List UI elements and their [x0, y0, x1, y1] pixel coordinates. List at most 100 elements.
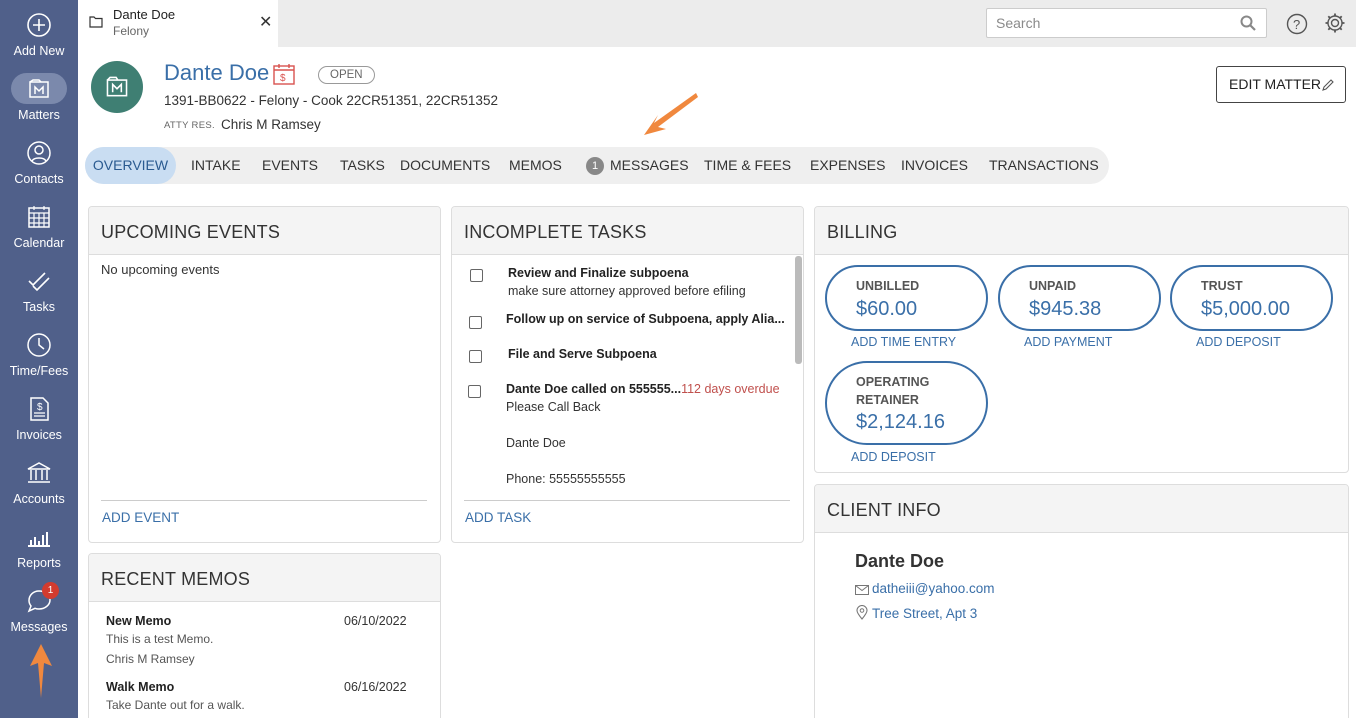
task-checkbox[interactable] — [469, 316, 482, 329]
add-task-link[interactable]: ADD TASK — [465, 510, 531, 525]
tab-overview[interactable]: OVERVIEW — [85, 147, 176, 184]
sidebar-item-accounts[interactable]: Accounts — [0, 448, 78, 512]
sidebar-item-label: Tasks — [23, 300, 55, 314]
task-checkbox[interactable] — [470, 269, 483, 282]
client-email-link[interactable]: datheiii@yahoo.com — [872, 581, 995, 596]
contacts-icon — [27, 141, 51, 165]
task-description: make sure attorney approved before efili… — [508, 284, 746, 298]
matters-icon — [29, 79, 49, 98]
search-icon[interactable] — [1240, 15, 1256, 31]
operating-retainer-pill[interactable]: OPERATING RETAINER $2,124.16 — [825, 361, 988, 445]
svg-text:$: $ — [280, 73, 286, 84]
atty-label: ATTY RES. — [164, 120, 215, 131]
client-address-link[interactable]: Tree Street, Apt 3 — [872, 606, 977, 621]
tab-events[interactable]: EVENTS — [262, 147, 318, 184]
top-bar: Dante Doe Felony ✕ ? — [78, 0, 1356, 47]
tab-tasks[interactable]: TASKS — [340, 147, 385, 184]
panel-title: RECENT MEMOS — [89, 554, 440, 602]
sidebar-item-label: Add New — [13, 44, 65, 58]
panel-title: BILLING — [815, 207, 1348, 255]
tab-intake[interactable]: INTAKE — [191, 147, 241, 184]
tab-messages-label: MESSAGES — [610, 157, 689, 173]
messages-count-badge: 1 — [586, 157, 604, 175]
task-title[interactable]: File and Serve Subpoena — [508, 347, 657, 361]
task-checkbox[interactable] — [469, 350, 482, 363]
calendar-icon — [28, 206, 50, 228]
sidebar-item-tasks[interactable]: Tasks — [0, 256, 78, 320]
incomplete-tasks-panel: INCOMPLETE TASKS Review and Finalize sub… — [451, 206, 804, 543]
task-checkbox[interactable] — [468, 385, 481, 398]
tab-invoices[interactable]: INVOICES — [901, 147, 968, 184]
unbilled-pill[interactable]: UNBILLED $60.00 — [825, 265, 988, 331]
tab-time-fees[interactable]: TIME & FEES — [704, 147, 791, 184]
panel-title: CLIENT INFO — [815, 485, 1348, 533]
edit-matter-button[interactable]: EDIT MATTER — [1216, 66, 1346, 103]
trust-pill[interactable]: TRUST $5,000.00 — [1170, 265, 1333, 331]
add-deposit-link[interactable]: ADD DEPOSIT — [1196, 335, 1281, 349]
tab-title: Dante Doe — [113, 7, 176, 22]
sidebar-item-label: Contacts — [14, 172, 64, 186]
memo-title[interactable]: New Memo — [106, 614, 171, 628]
sidebar-item-contacts[interactable]: Contacts — [0, 128, 78, 192]
search-input[interactable] — [987, 9, 1227, 37]
upcoming-events-panel: UPCOMING EVENTS No upcoming events ADD E… — [88, 206, 441, 543]
tab-messages[interactable]: 1 MESSAGES — [586, 147, 689, 184]
svg-text:$: $ — [37, 402, 43, 413]
task-title[interactable]: Review and Finalize subpoena — [508, 266, 689, 280]
annotation-arrow-icon — [644, 93, 698, 135]
help-icon[interactable]: ? — [1286, 13, 1308, 35]
add-time-entry-link[interactable]: ADD TIME ENTRY — [851, 335, 956, 349]
gear-icon[interactable] — [1324, 12, 1346, 34]
add-deposit-link[interactable]: ADD DEPOSIT — [851, 450, 936, 464]
main-content: Dante Doe $ OPEN 1391-BB0622 - Felony - … — [78, 47, 1356, 718]
tab-documents[interactable]: DOCUMENTS — [400, 147, 490, 184]
add-payment-link[interactable]: ADD PAYMENT — [1024, 335, 1112, 349]
edit-matter-label: EDIT MATTER — [1229, 76, 1322, 92]
matter-details: 1391-BB0622 - Felony - Cook 22CR51351, 2… — [164, 93, 498, 108]
add-event-link[interactable]: ADD EVENT — [102, 510, 179, 525]
client-info-panel: CLIENT INFO Dante Doe datheiii@yahoo.com… — [814, 484, 1349, 718]
unpaid-pill[interactable]: UNPAID $945.38 — [998, 265, 1161, 331]
sidebar-item-reports[interactable]: Reports — [0, 512, 78, 576]
tab-expenses[interactable]: EXPENSES — [810, 147, 885, 184]
sidebar-item-matters[interactable]: Matters — [0, 64, 78, 128]
sidebar-item-label: Matters — [18, 108, 60, 122]
sidebar-item-calendar[interactable]: Calendar — [0, 192, 78, 256]
pencil-icon — [1322, 79, 1334, 91]
memo-date: 06/16/2022 — [344, 680, 407, 694]
search-box — [986, 8, 1267, 38]
memo-title[interactable]: Walk Memo — [106, 680, 174, 694]
svg-text:?: ? — [1293, 17, 1300, 32]
pill-label: UNPAID — [1029, 279, 1076, 293]
status-badge: OPEN — [318, 66, 375, 84]
sidebar-item-time-fees[interactable]: Time/Fees — [0, 320, 78, 384]
sidebar-item-label: Invoices — [16, 428, 62, 442]
annotation-arrow-up-icon — [30, 644, 52, 698]
task-title[interactable]: Follow up on service of Subpoena, apply … — [506, 312, 785, 326]
pill-label: OPERATING RETAINER — [856, 375, 930, 407]
memo-text: This is a test Memo. — [106, 632, 214, 646]
atty-name: Chris M Ramsey — [221, 117, 321, 132]
panel-title: UPCOMING EVENTS — [89, 207, 440, 255]
sidebar-item-invoices[interactable]: $ Invoices — [0, 384, 78, 448]
folder-icon — [89, 16, 103, 28]
close-icon[interactable]: ✕ — [259, 12, 272, 32]
matter-avatar — [91, 61, 143, 113]
sidebar-item-label: Messages — [10, 620, 68, 634]
billing-calendar-icon[interactable]: $ — [272, 62, 296, 86]
sidebar-item-add-new[interactable]: Add New — [0, 0, 78, 64]
client-name-link[interactable]: Dante Doe — [164, 60, 269, 86]
pill-value: $2,124.16 — [856, 411, 945, 433]
client-info-name: Dante Doe — [855, 551, 945, 571]
tab-memos[interactable]: MEMOS — [509, 147, 562, 184]
divider — [101, 500, 427, 501]
sidebar-item-messages[interactable]: Messages — [0, 576, 78, 640]
scrollbar-thumb[interactable] — [795, 256, 802, 364]
tab-transactions[interactable]: TRANSACTIONS — [989, 147, 1099, 184]
task-title[interactable]: Dante Doe called on 555555...112 days ov… — [506, 382, 780, 396]
open-matter-tab[interactable]: Dante Doe Felony ✕ — [78, 0, 278, 47]
memo-date: 06/10/2022 — [344, 614, 407, 628]
task-description: Phone: 55555555555 — [506, 472, 626, 486]
sidebar: Add New Matters Contacts Calendar Tasks … — [0, 0, 78, 718]
tasks-icon — [28, 272, 50, 292]
